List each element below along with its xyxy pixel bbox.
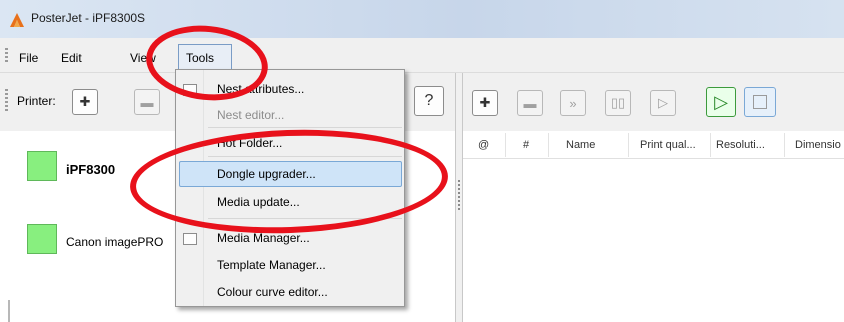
- column-separator[interactable]: [784, 133, 785, 157]
- menu-item-colour-curve-editor[interactable]: Colour curve editor...: [217, 285, 328, 299]
- column-separator[interactable]: [710, 133, 711, 157]
- play-outline-icon: ▷: [658, 95, 668, 110]
- panel-edge: [8, 300, 10, 322]
- remove-printer-button[interactable]: ▬: [134, 89, 160, 115]
- minus-icon: ▬: [140, 94, 154, 110]
- stop-button[interactable]: [744, 87, 776, 117]
- toolbar-grip[interactable]: [5, 89, 8, 111]
- printer-item-name[interactable]: Canon imagePRO: [66, 235, 163, 249]
- start-button[interactable]: ▷: [706, 87, 736, 117]
- job-table: [463, 131, 844, 322]
- printer-status-indicator: [27, 151, 57, 181]
- column-separator[interactable]: [505, 133, 506, 157]
- fast-forward-icon: »: [569, 95, 577, 111]
- column-separator[interactable]: [628, 133, 629, 157]
- menu-file[interactable]: File: [19, 51, 38, 65]
- column-separator[interactable]: [548, 133, 549, 157]
- column-header[interactable]: @: [478, 139, 489, 151]
- printer-status-indicator: [27, 224, 57, 254]
- play-icon: ▷: [714, 91, 728, 112]
- splitter-grip[interactable]: [458, 180, 460, 210]
- column-header[interactable]: Name: [566, 139, 595, 151]
- column-header[interactable]: #: [523, 139, 529, 151]
- column-header[interactable]: Resoluti...: [716, 139, 765, 151]
- posterjet-app-icon: [9, 12, 25, 28]
- add-printer-button[interactable]: ✚: [72, 89, 98, 115]
- media-manager-icon: [183, 233, 197, 245]
- menubar-grip[interactable]: [5, 48, 8, 64]
- plus-icon: ✚: [479, 95, 491, 110]
- remove-job-button[interactable]: ▬: [517, 90, 543, 116]
- window-title: PosterJet - iPF8300S: [31, 11, 146, 25]
- add-job-button[interactable]: ✚: [472, 90, 498, 116]
- menu-edit[interactable]: Edit: [61, 51, 82, 65]
- column-header[interactable]: Dimensio: [795, 139, 841, 151]
- plus-icon: ✚: [79, 94, 91, 109]
- column-header[interactable]: Print qual...: [640, 139, 696, 151]
- printer-item-name[interactable]: iPF8300: [66, 162, 115, 177]
- play-disabled-button[interactable]: ▷: [650, 90, 676, 116]
- menu-bar: [0, 38, 844, 73]
- pause-button[interactable]: ▯▯: [605, 90, 631, 116]
- help-icon: ?: [424, 92, 434, 109]
- forward-button[interactable]: »: [560, 90, 586, 116]
- stop-icon: [753, 95, 767, 109]
- menu-separator: [208, 127, 402, 128]
- menu-item-nest-editor[interactable]: Nest editor...: [217, 108, 284, 122]
- pause-icon: ▯▯: [610, 95, 626, 110]
- printer-label: Printer:: [17, 94, 56, 108]
- minus-icon: ▬: [523, 95, 537, 111]
- menu-item-template-manager[interactable]: Template Manager...: [217, 258, 326, 272]
- help-button[interactable]: ?: [414, 86, 444, 116]
